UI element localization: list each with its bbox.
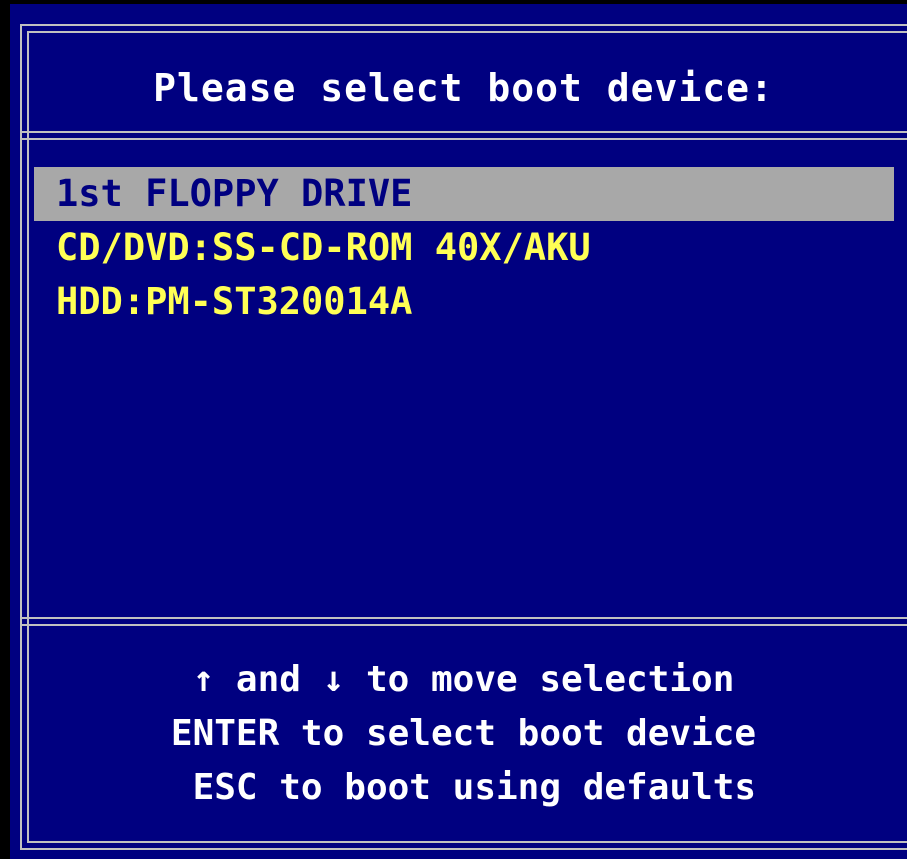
boot-device-list: 1st FLOPPY DRIVE CD/DVD:SS-CD-ROM 40X/AK… [34, 167, 894, 329]
instruction-move-selection: ↑ and ↓ to move selection [192, 659, 735, 700]
page-title: Please select boot device: [153, 66, 774, 110]
header-divider-top [22, 131, 907, 133]
boot-device-item-cd-dvd[interactable]: CD/DVD:SS-CD-ROM 40X/AKU [34, 221, 894, 275]
screen-left-edge [0, 0, 10, 859]
instruction-enter-select: ENTER to select boot device [170, 713, 757, 754]
boot-device-item-hdd[interactable]: HDD:PM-ST320014A [34, 275, 894, 329]
boot-device-item-floppy[interactable]: 1st FLOPPY DRIVE [34, 167, 894, 221]
footer-divider-bottom [22, 624, 907, 626]
boot-menu-screen: Please select boot device: 1st FLOPPY DR… [0, 0, 907, 859]
screen-top-edge [0, 0, 907, 4]
instruction-esc-defaults: ESC to boot using defaults [170, 767, 757, 808]
footer-divider-top [22, 617, 907, 619]
header-divider-bottom [22, 138, 907, 140]
